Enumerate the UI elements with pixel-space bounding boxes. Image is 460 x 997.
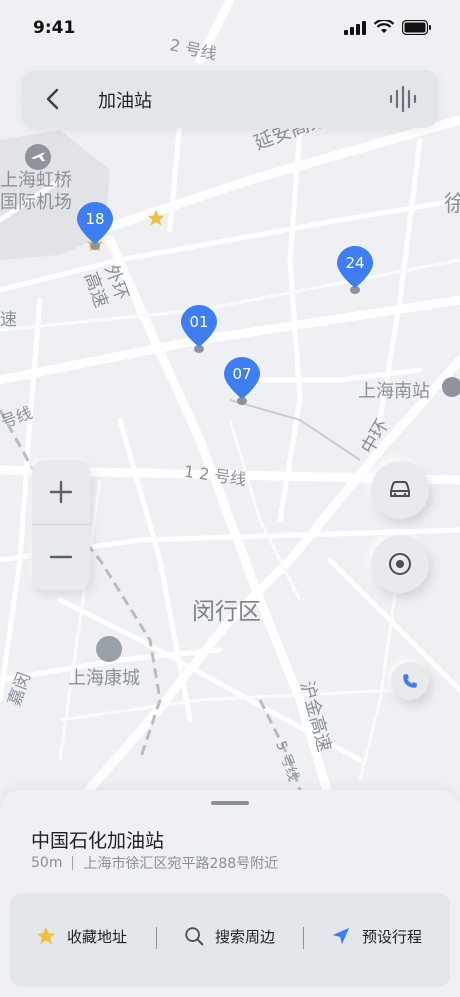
signal-icon — [344, 20, 366, 35]
place-address: 上海市徐汇区宛平路288号附近 — [83, 856, 279, 872]
preset-trip-button[interactable]: 预设行程 — [330, 925, 422, 947]
status-icons — [344, 20, 432, 35]
place-detail-sheet[interactable]: 中国石化加油站 50m 上海市徐汇区宛平路288号附近 收藏地址 搜索周边 预设… — [0, 790, 460, 997]
map-label-right-xu: 徐 — [444, 192, 460, 217]
locate-button[interactable] — [371, 535, 429, 593]
map-label-minhang: 闵行区 — [192, 599, 261, 625]
map-label-airport: 上海虹桥 国际机场 — [0, 170, 72, 213]
search-icon — [185, 927, 204, 946]
screen: 上海虹桥 国际机场 延安高架路 外环 高速 上海南站 1 2 号线 中环 闵行区… — [0, 0, 460, 997]
preset-trip-label: 预设行程 — [362, 927, 423, 946]
pin-label: 07 — [232, 365, 252, 383]
status-time: 9:41 — [33, 18, 76, 38]
pin-label: 18 — [85, 210, 105, 228]
star-icon — [36, 926, 56, 945]
place-name: 中国石化加油站 — [31, 830, 165, 852]
action-divider — [303, 927, 304, 949]
zoom-control — [32, 460, 90, 590]
pin-label: 24 — [345, 254, 365, 272]
map-label-shanghai-south: 上海南站 — [358, 381, 430, 402]
map-label-kangcheng: 上海康城 — [68, 668, 140, 689]
zoom-in-button[interactable] — [32, 460, 90, 524]
action-divider — [156, 927, 157, 949]
search-nearby-button[interactable]: 搜索周边 — [183, 925, 275, 947]
status-bar: 9:41 — [0, 0, 460, 60]
navigation-arrow-icon — [332, 927, 350, 945]
car-icon — [390, 481, 410, 497]
zoom-out-button[interactable] — [32, 525, 90, 589]
minus-icon — [49, 555, 73, 559]
gas-station-pin[interactable]: 24 — [336, 244, 374, 298]
gas-station-pin[interactable]: 01 — [180, 303, 218, 357]
phone-icon — [403, 674, 417, 688]
favorite-address-button[interactable]: 收藏地址 — [35, 925, 127, 947]
gas-station-pin[interactable]: 07 — [223, 355, 261, 409]
battery-icon — [402, 20, 431, 35]
pin-label: 01 — [189, 313, 209, 331]
search-bar[interactable]: 加油站 — [22, 70, 438, 128]
gas-station-pin[interactable]: 18 — [76, 200, 114, 254]
sheet-drag-handle[interactable] — [211, 801, 249, 805]
call-button[interactable] — [391, 662, 429, 700]
airport-icon — [25, 144, 51, 170]
meta-divider — [72, 856, 74, 870]
map-label-left-su: 速 — [0, 310, 17, 330]
back-arrow-icon[interactable] — [38, 84, 68, 114]
poi-building-icon — [96, 636, 122, 662]
station-icon — [442, 377, 460, 397]
search-nearby-label: 搜索周边 — [215, 927, 276, 946]
place-meta: 50m 上海市徐汇区宛平路288号附近 — [31, 853, 278, 873]
locate-icon — [389, 553, 411, 575]
action-bar: 收藏地址 搜索周边 预设行程 — [10, 893, 450, 987]
voice-input-icon[interactable] — [388, 85, 418, 113]
vehicle-button[interactable] — [371, 461, 429, 519]
search-query[interactable]: 加油站 — [98, 87, 152, 113]
plus-icon — [49, 480, 73, 504]
favorite-address-label: 收藏地址 — [67, 927, 128, 946]
favorite-star-icon[interactable] — [146, 208, 166, 228]
place-distance: 50m — [31, 855, 63, 871]
wifi-icon — [374, 20, 394, 33]
